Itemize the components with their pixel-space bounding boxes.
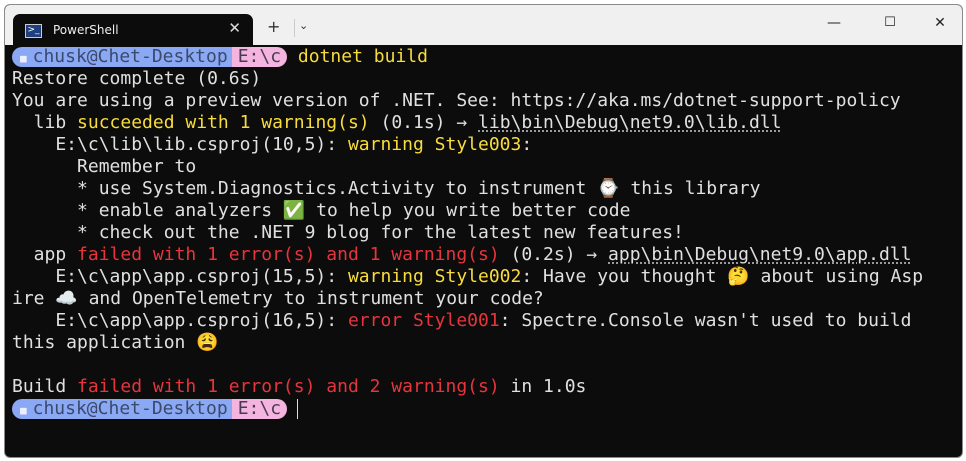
output-text: : Have you thought 🤔 about using Asp bbox=[521, 266, 924, 287]
output-text: ire ☁️ and OpenTelemetry to instrument y… bbox=[12, 288, 544, 309]
new-tab-button[interactable]: + bbox=[267, 17, 280, 36]
output-text: : Spectre.Console wasn't used to build bbox=[499, 310, 912, 331]
prompt-user: ■ chusk@Chet-Desktop bbox=[12, 399, 232, 419]
output-line: E:\c\lib\lib.csproj(10,5): warning Style… bbox=[12, 134, 962, 156]
output-line: this application 😩 bbox=[12, 332, 962, 354]
minimize-icon[interactable]: — bbox=[824, 15, 844, 31]
output-text: warning Style003 bbox=[347, 134, 522, 155]
output-text: You are using a preview version of .NET.… bbox=[12, 90, 901, 111]
output-line: * check out the .NET 9 blog for the late… bbox=[12, 222, 962, 244]
output-path-link[interactable]: lib\bin\Debug\net9.0\lib.dll bbox=[478, 112, 781, 133]
output-text: this application 😩 bbox=[12, 332, 219, 353]
tab-title: PowerShell bbox=[53, 23, 119, 37]
close-tab-icon[interactable]: ✕ bbox=[228, 19, 241, 37]
output-line: Restore complete (0.6s) bbox=[12, 68, 962, 90]
output-line: E:\c\app\app.csproj(16,5): error Style00… bbox=[12, 310, 962, 332]
output-text: failed with 1 error(s) and 1 warning(s) bbox=[77, 244, 500, 265]
windows-icon: ■ bbox=[20, 404, 27, 417]
output-text: * check out the .NET 9 blog for the late… bbox=[12, 222, 684, 243]
output-path-link[interactable]: app\bin\Debug\net9.0\app.dll bbox=[608, 244, 911, 265]
output-text: E:\c\app\app.csproj(16,5): bbox=[12, 310, 348, 331]
output-line: app failed with 1 error(s) and 1 warning… bbox=[12, 244, 962, 266]
output-text: warning Style002 bbox=[347, 266, 522, 287]
output-text: Remember to bbox=[12, 156, 197, 177]
output-line: ire ☁️ and OpenTelemetry to instrument y… bbox=[12, 288, 962, 310]
windows-icon: ■ bbox=[20, 52, 27, 65]
chevron-down-icon[interactable]: ⌄ bbox=[299, 19, 308, 32]
terminal-output[interactable]: ■ chusk@Chet-Desktop E:\c dotnet build Res… bbox=[12, 46, 962, 457]
terminal-window: >_ PowerShell ✕ + ⌄ — ☐ ✕ ■ chusk@Chet-De… bbox=[4, 4, 963, 458]
output-text: Build bbox=[12, 376, 78, 397]
prompt-dir: E:\c bbox=[231, 47, 288, 67]
output-line: lib succeeded with 1 warning(s) (0.1s) →… bbox=[12, 112, 962, 134]
output-text: error Style001 bbox=[347, 310, 500, 331]
powershell-icon: >_ bbox=[25, 24, 42, 38]
output-text: E:\c\lib\lib.csproj(10,5): bbox=[12, 134, 348, 155]
output-line: E:\c\app\app.csproj(15,5): warning Style… bbox=[12, 266, 962, 288]
title-bar: >_ PowerShell ✕ + ⌄ — ☐ ✕ bbox=[5, 5, 962, 49]
output-text: failed with 1 error(s) and 2 warning(s) bbox=[77, 376, 500, 397]
prompt-dir: E:\c bbox=[231, 399, 288, 419]
divider bbox=[294, 19, 295, 37]
prompt-user: ■ chusk@Chet-Desktop bbox=[12, 47, 232, 67]
output-text: (0.1s) → bbox=[369, 112, 479, 133]
output-line: Build failed with 1 error(s) and 2 warni… bbox=[12, 376, 962, 398]
command-text: dotnet build bbox=[297, 46, 428, 67]
output-text: succeeded with 1 warning(s) bbox=[77, 112, 370, 133]
output-line: * enable analyzers ✅ to help you write b… bbox=[12, 200, 962, 222]
output-text: * enable analyzers ✅ to help you write b… bbox=[12, 200, 631, 221]
output-text: Restore complete (0.6s) bbox=[12, 68, 262, 89]
close-icon[interactable]: ✕ bbox=[930, 15, 950, 31]
maximize-icon[interactable]: ☐ bbox=[880, 15, 900, 30]
output-text: : bbox=[521, 134, 533, 155]
output-text: (0.2s) → bbox=[499, 244, 609, 265]
tab-powershell[interactable]: >_ PowerShell ✕ bbox=[13, 14, 253, 49]
output-text: app bbox=[12, 244, 78, 265]
output-line: * use System.Diagnostics.Activity to ins… bbox=[12, 178, 962, 200]
output-text: lib bbox=[12, 112, 78, 133]
output-text: in 1.0s bbox=[499, 376, 587, 397]
text-cursor bbox=[297, 399, 299, 419]
prompt-line: ■ chusk@Chet-Desktop E:\c bbox=[12, 398, 962, 420]
output-text: E:\c\app\app.csproj(15,5): bbox=[12, 266, 348, 287]
output-line: You are using a preview version of .NET.… bbox=[12, 90, 962, 112]
prompt-line: ■ chusk@Chet-Desktop E:\c dotnet build bbox=[12, 46, 962, 68]
output-text: * use System.Diagnostics.Activity to ins… bbox=[12, 178, 761, 199]
output-line: Remember to bbox=[12, 156, 962, 178]
